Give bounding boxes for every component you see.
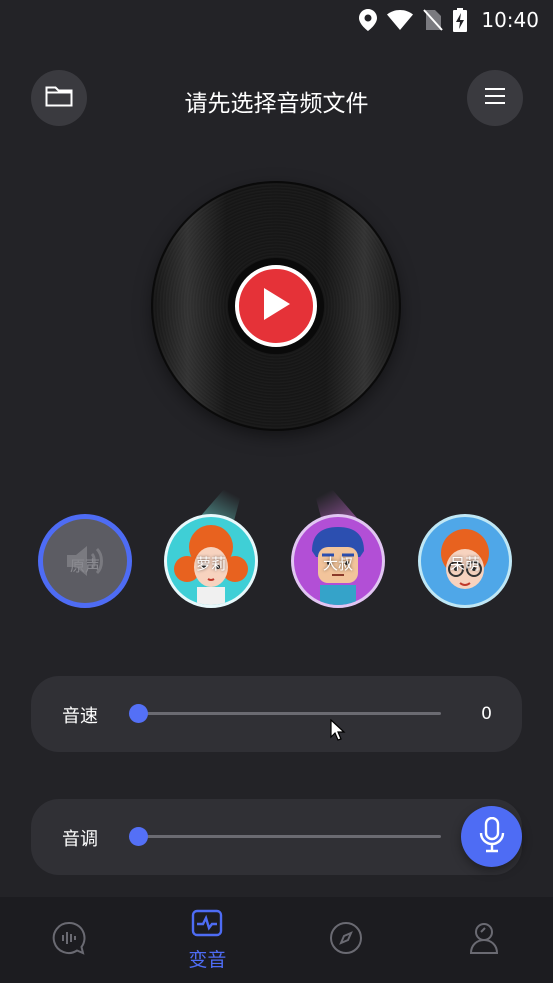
wifi-icon [387, 10, 414, 30]
pitch-label: 音调 [62, 829, 98, 850]
voice-original[interactable]: 原声 [38, 514, 132, 608]
profile-icon [469, 921, 499, 959]
bottom-nav: 变音 [0, 897, 553, 983]
pitch-track[interactable] [139, 835, 441, 838]
voice-label: 萝莉 [195, 555, 226, 573]
voice-label: 大叔 [322, 555, 353, 573]
voice-uncle[interactable]: 大叔 [291, 514, 385, 608]
pitch-control: 音调 [31, 799, 522, 875]
no-sim-icon [423, 9, 444, 31]
nav-label-voice-change: 变音 [188, 948, 227, 971]
speed-track[interactable] [139, 712, 441, 715]
mouse-cursor-icon [330, 718, 346, 745]
battery-charging-icon [453, 8, 468, 32]
voice-effects: 原声 萝莉 大叔 呆萌 [0, 490, 553, 620]
speed-slider-thumb[interactable] [129, 704, 148, 723]
nav-item-discover[interactable] [277, 897, 415, 983]
pitch-slider-thumb[interactable] [129, 827, 148, 846]
status-bar: 10:40 [0, 0, 553, 40]
speed-control: 音速 0 [31, 676, 522, 752]
menu-button[interactable] [467, 70, 523, 126]
location-icon [359, 9, 378, 31]
voice-chat-icon [52, 921, 86, 959]
speed-label: 音速 [62, 706, 98, 727]
status-time: 10:40 [481, 8, 539, 32]
header: 请先选择音频文件 [0, 70, 553, 126]
speed-value: 0 [481, 704, 492, 724]
play-button[interactable] [235, 265, 317, 347]
voice-loli[interactable]: 萝莉 [164, 514, 258, 608]
voice-nerd[interactable]: 呆萌 [418, 514, 512, 608]
play-icon [261, 287, 291, 325]
waveform-icon [191, 909, 223, 941]
nav-item-voice-chat[interactable] [0, 897, 138, 983]
nav-item-profile[interactable] [415, 897, 553, 983]
record-button[interactable] [461, 806, 522, 867]
microphone-icon [479, 816, 505, 857]
nav-item-voice-change[interactable]: 变音 [138, 897, 276, 983]
compass-icon [329, 921, 363, 959]
voice-label: 呆萌 [449, 555, 480, 573]
voice-label: 原声 [69, 557, 100, 575]
vinyl-record [153, 183, 399, 429]
menu-icon [484, 87, 506, 109]
